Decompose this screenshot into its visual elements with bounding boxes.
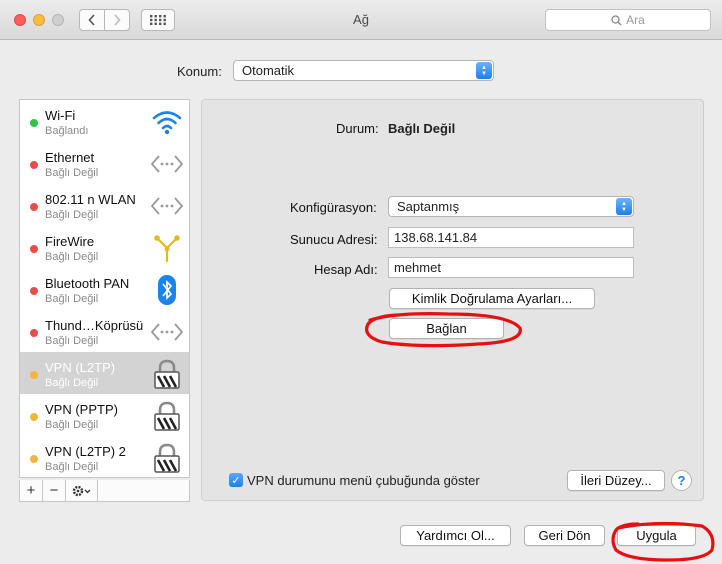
service-name: FireWire — [45, 234, 95, 249]
service-name: VPN (L2TP) 2 — [45, 444, 126, 459]
service-item-thunderbolt-bridge[interactable]: Thund…Köprüsü Bağlı Değil — [20, 310, 189, 352]
service-name: Wi-Fi — [45, 108, 76, 123]
popup-stepper-icon: ▲ ▼ — [616, 198, 632, 215]
title-bar: Ağ Ara — [0, 0, 722, 40]
wifi-icon — [152, 111, 182, 135]
status-label: Durum: — [336, 121, 379, 136]
lock-icon — [154, 359, 180, 389]
server-address-field[interactable]: 138.68.141.84 — [388, 227, 634, 248]
location-label: Konum: — [177, 64, 222, 79]
service-name: VPN (L2TP) — [45, 360, 116, 375]
location-value: Otomatik — [242, 63, 295, 78]
ethernet-icon — [150, 197, 184, 215]
service-status: Bağlı Değil — [45, 293, 99, 305]
service-item-wifi[interactable]: Wi-Fi Bağlandı — [20, 100, 189, 142]
service-name: Ethernet — [45, 150, 95, 165]
bluetooth-icon — [158, 275, 176, 305]
account-name-field[interactable]: mehmet — [388, 257, 634, 278]
status-dot — [30, 203, 38, 211]
location-popup[interactable]: Otomatik ▲ ▼ — [233, 60, 494, 81]
service-status: Bağlı Değil — [45, 167, 99, 179]
service-name: VPN (PPTP) — [45, 402, 118, 417]
lock-icon — [154, 443, 180, 473]
status-dot — [30, 287, 38, 295]
server-address-label: Sunucu Adresi: — [290, 232, 378, 247]
action-menu-button[interactable] — [66, 480, 98, 501]
status-dot — [30, 245, 38, 253]
service-list: Wi-Fi Bağlandı Ethernet Bağlı Değil 802.… — [19, 99, 190, 478]
authentication-settings-button[interactable]: Kimlik Doğrulama Ayarları... — [389, 288, 595, 309]
status-dot — [30, 371, 38, 379]
service-status: Bağlı Değil — [45, 335, 99, 347]
service-item-firewire[interactable]: FireWire Bağlı Değil — [20, 226, 189, 268]
assist-me-button[interactable]: Yardımcı Ol... — [400, 525, 511, 546]
status-dot — [30, 161, 38, 169]
search-field[interactable]: Ara — [545, 9, 711, 31]
gear-icon — [72, 485, 90, 496]
service-name: Thund…Köprüsü — [45, 318, 144, 333]
apply-button[interactable]: Uygula — [617, 525, 696, 546]
help-button[interactable]: ? — [671, 470, 692, 491]
status-dot — [30, 329, 38, 337]
service-item-wlan[interactable]: 802.11 n WLAN Bağlı Değil — [20, 184, 189, 226]
service-item-vpn-l2tp[interactable]: VPN (L2TP) Bağlı Değil — [20, 352, 189, 394]
service-name: Bluetooth PAN — [45, 276, 130, 291]
account-name-label: Hesap Adı: — [314, 262, 378, 277]
service-name: 802.11 n WLAN — [45, 192, 136, 207]
service-status: Bağlandı — [45, 125, 89, 137]
status-dot — [30, 119, 38, 127]
status-dot — [30, 413, 38, 421]
service-item-vpn-l2tp-2[interactable]: VPN (L2TP) 2 Bağlı Değil — [20, 436, 189, 477]
connect-button[interactable]: Bağlan — [389, 318, 504, 339]
service-status: Bağlı Değil — [45, 419, 99, 431]
service-item-ethernet[interactable]: Ethernet Bağlı Değil — [20, 142, 189, 184]
service-list-toolbar: + − — [19, 480, 190, 502]
show-vpn-status-checkbox[interactable]: ✓ — [229, 473, 243, 487]
revert-button[interactable]: Geri Dön — [524, 525, 605, 546]
remove-service-button[interactable]: − — [43, 480, 66, 501]
lock-icon — [154, 401, 180, 431]
service-status: Bağlı Değil — [45, 251, 99, 263]
search-placeholder: Ara — [626, 13, 645, 27]
ethernet-icon — [150, 323, 184, 341]
configuration-label: Konfigürasyon: — [290, 200, 377, 215]
status-value: Bağlı Değil — [388, 121, 456, 136]
popup-stepper-icon: ▲ ▼ — [476, 62, 492, 79]
service-status: Bağlı Değil — [45, 209, 99, 221]
service-item-vpn-pptp[interactable]: VPN (PPTP) Bağlı Değil — [20, 394, 189, 436]
show-vpn-status-label: VPN durumunu menü çubuğunda göster — [247, 473, 480, 488]
status-dot — [30, 455, 38, 463]
configuration-popup[interactable]: Saptanmış ▲ ▼ — [388, 196, 634, 217]
service-status: Bağlı Değil — [45, 377, 99, 389]
search-icon — [611, 14, 622, 25]
service-item-bluetooth-pan[interactable]: Bluetooth PAN Bağlı Değil — [20, 268, 189, 310]
ethernet-icon — [150, 155, 184, 173]
service-status: Bağlı Değil — [45, 461, 99, 473]
add-service-button[interactable]: + — [20, 480, 43, 501]
advanced-button[interactable]: İleri Düzey... — [567, 470, 665, 491]
configuration-value: Saptanmış — [397, 199, 460, 214]
firewire-icon — [154, 235, 180, 263]
